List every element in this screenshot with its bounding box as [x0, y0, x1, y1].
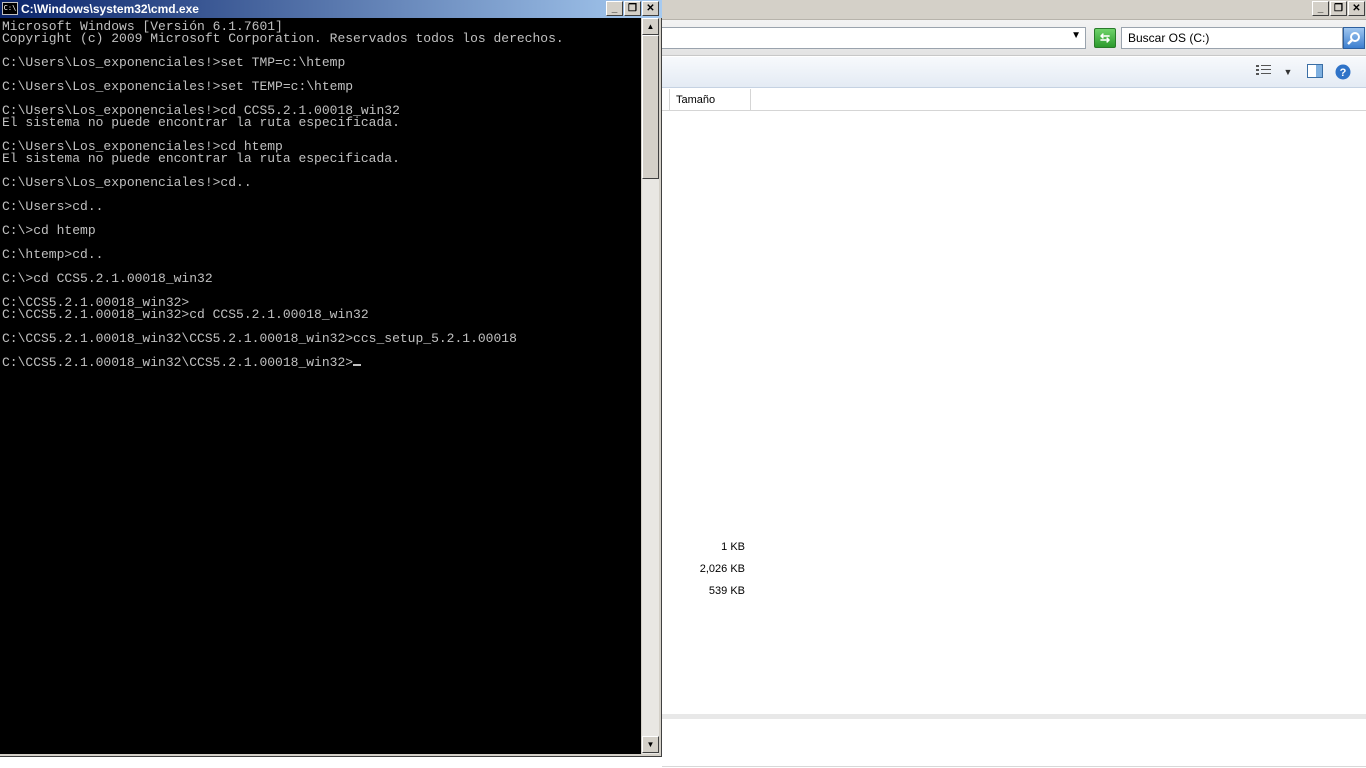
console-line: C:\Users\Los_exponenciales!>set TEMP=c:\… [2, 79, 354, 94]
explorer-window: _ ❐ ✕ ▼ ⇆ Buscar OS (C:) ▼ ? Tamaño 1 KB… [662, 0, 1366, 768]
chevron-down-icon[interactable]: ▼ [1071, 30, 1081, 41]
details-pane [662, 714, 1366, 768]
scroll-up-button[interactable]: ▲ [642, 18, 659, 35]
explorer-toolbar: ▼ ? [662, 57, 1366, 88]
console-output[interactable]: Microsoft Windows [Versión 6.1.7601] Copy… [0, 18, 641, 754]
cmd-titlebar[interactable]: C:\ C:\Windows\system32\cmd.exe _ ❐ ✕ [0, 0, 662, 18]
preview-pane-icon[interactable] [1306, 64, 1324, 80]
column-header-size[interactable]: Tamaño [670, 89, 751, 111]
explorer-maximize-button[interactable]: ❐ [1330, 1, 1347, 16]
close-button[interactable]: ✕ [642, 1, 659, 16]
console-line: C:\>cd htemp [2, 223, 96, 238]
view-options-icon[interactable] [1254, 64, 1274, 80]
maximize-button[interactable]: ❐ [624, 1, 641, 16]
scroll-down-button[interactable]: ▼ [642, 736, 659, 753]
console-line: C:\Users>cd.. [2, 199, 104, 214]
console-line: Copyright (c) 2009 Microsoft Corporation… [2, 31, 564, 46]
console-line: El sistema no puede encontrar la ruta es… [2, 151, 400, 166]
console-line: C:\CCS5.2.1.00018_win32>cd CCS5.2.1.0001… [2, 307, 369, 322]
explorer-titlebar: _ ❐ ✕ [662, 0, 1366, 20]
explorer-address-bar: ▼ ⇆ Buscar OS (C:) [662, 20, 1366, 56]
scrollbar-thumb[interactable] [642, 35, 659, 179]
vertical-scrollbar[interactable]: ▲ ▼ [641, 18, 659, 754]
column-header-name[interactable] [662, 89, 670, 111]
console-line: C:\>cd CCS5.2.1.00018_win32 [2, 271, 213, 286]
text-cursor [353, 364, 362, 366]
console-line: C:\CCS5.2.1.00018_win32\CCS5.2.1.00018_w… [2, 356, 564, 369]
divider [662, 766, 1366, 767]
console-line: C:\CCS5.2.1.00018_win32\CCS5.2.1.00018_w… [2, 331, 517, 346]
cmd-app-icon[interactable]: C:\ [2, 2, 18, 15]
console-lines: Microsoft Windows [Versión 6.1.7601] Copy… [2, 20, 564, 369]
file-size-cell: 1 KB [721, 541, 745, 553]
console-line: C:\htemp>cd.. [2, 247, 104, 262]
refresh-icon[interactable]: ⇆ [1094, 28, 1116, 48]
svg-text:?: ? [1340, 67, 1347, 79]
search-button[interactable] [1343, 27, 1365, 49]
file-size-cell: 2,026 KB [699, 563, 745, 575]
column-header-row: Tamaño [662, 89, 1366, 111]
console-line: C:\Users\Los_exponenciales!>set TMP=c:\h… [2, 55, 346, 70]
console-line: El sistema no puede encontrar la ruta es… [2, 115, 400, 130]
window-title: C:\Windows\system32\cmd.exe [21, 2, 199, 16]
minimize-button[interactable]: _ [606, 1, 623, 16]
chevron-down-icon[interactable]: ▼ [1282, 64, 1294, 80]
address-field[interactable]: ▼ [662, 27, 1086, 49]
file-size-cell: 539 KB [708, 585, 745, 597]
help-icon[interactable]: ? [1334, 64, 1352, 80]
search-input[interactable]: Buscar OS (C:) [1121, 27, 1343, 49]
file-list: 1 KB 2,026 KB 539 KB [662, 112, 1366, 714]
console-line: C:\Users\Los_exponenciales!>cd.. [2, 175, 252, 190]
explorer-close-button[interactable]: ✕ [1348, 1, 1365, 16]
cmd-window: C:\ C:\Windows\system32\cmd.exe _ ❐ ✕ Mi… [0, 0, 662, 757]
search-icon [1347, 32, 1360, 45]
explorer-minimize-button[interactable]: _ [1312, 1, 1329, 16]
